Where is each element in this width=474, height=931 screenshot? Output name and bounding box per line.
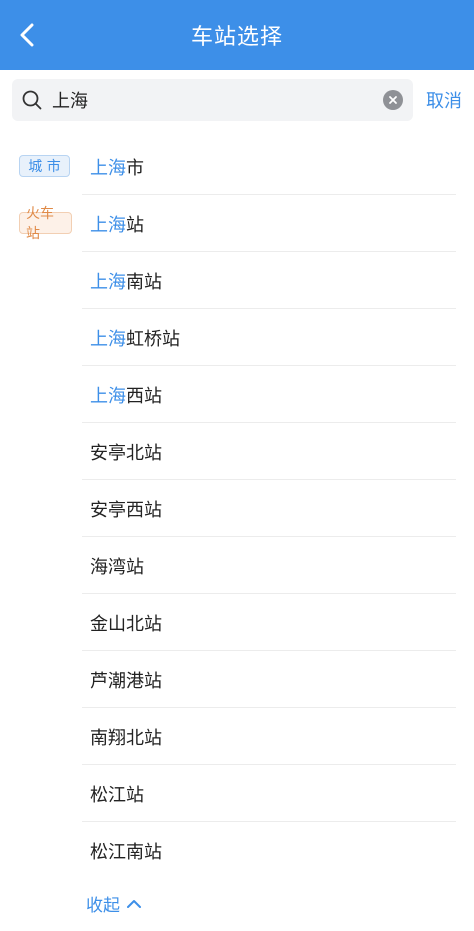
station-result-row[interactable]: 松江站 — [0, 765, 474, 822]
search-box[interactable] — [12, 79, 413, 121]
chevron-left-icon — [20, 23, 34, 47]
station-name: 松江南站 — [90, 841, 162, 863]
station-result-row[interactable]: 火车站 上海站 — [0, 195, 474, 252]
clear-search-button[interactable] — [383, 90, 403, 110]
station-result-row[interactable]: 上海南站 — [0, 252, 474, 309]
chevron-up-icon — [127, 899, 141, 908]
station-list: 火车站 上海站上海南站上海虹桥站上海西站安亭北站安亭西站海湾站金山北站芦潮港站南翔… — [0, 195, 474, 879]
station-name: 芦潮港站 — [90, 670, 162, 692]
city-result-row[interactable]: 城 市 上海市 — [0, 138, 474, 195]
station-name: 上海南站 — [90, 271, 162, 293]
city-name: 上海市 — [90, 157, 144, 179]
collapse-button[interactable]: 收起 — [86, 891, 474, 916]
station-name: 南翔北站 — [90, 727, 162, 749]
station-name: 松江站 — [90, 784, 144, 806]
cancel-button[interactable]: 取消 — [426, 87, 462, 113]
header-bar: 车站选择 — [0, 0, 474, 70]
page-title: 车站选择 — [190, 25, 283, 50]
city-badge: 城 市 — [19, 155, 70, 177]
station-result-row[interactable]: 上海虹桥站 — [0, 309, 474, 366]
station-name: 上海站 — [90, 214, 144, 236]
station-name: 上海西站 — [90, 385, 162, 407]
station-name: 金山北站 — [90, 613, 162, 635]
station-result-row[interactable]: 上海西站 — [0, 366, 474, 423]
train-station-badge: 火车站 — [19, 206, 72, 242]
close-icon — [389, 96, 397, 104]
station-name: 海湾站 — [90, 556, 144, 578]
station-result-row[interactable]: 安亭北站 — [0, 423, 474, 480]
station-name: 安亭西站 — [90, 499, 162, 521]
station-name: 安亭北站 — [90, 442, 162, 464]
station-result-row[interactable]: 芦潮港站 — [0, 651, 474, 708]
results-list: 城 市 上海市 火车站 上海站上海南站上海虹桥站上海西站安亭北站安亭西站海湾站金山… — [0, 138, 474, 916]
station-result-row[interactable]: 安亭西站 — [0, 480, 474, 537]
station-result-row[interactable]: 南翔北站 — [0, 708, 474, 765]
station-result-row[interactable]: 海湾站 — [0, 537, 474, 594]
station-name: 上海虹桥站 — [90, 328, 180, 350]
search-icon — [22, 90, 42, 110]
search-input[interactable] — [50, 88, 364, 112]
search-row: 取消 — [0, 70, 474, 124]
back-button[interactable] — [14, 22, 40, 48]
station-result-row[interactable]: 金山北站 — [0, 594, 474, 651]
station-result-row[interactable]: 松江南站 — [0, 822, 474, 879]
